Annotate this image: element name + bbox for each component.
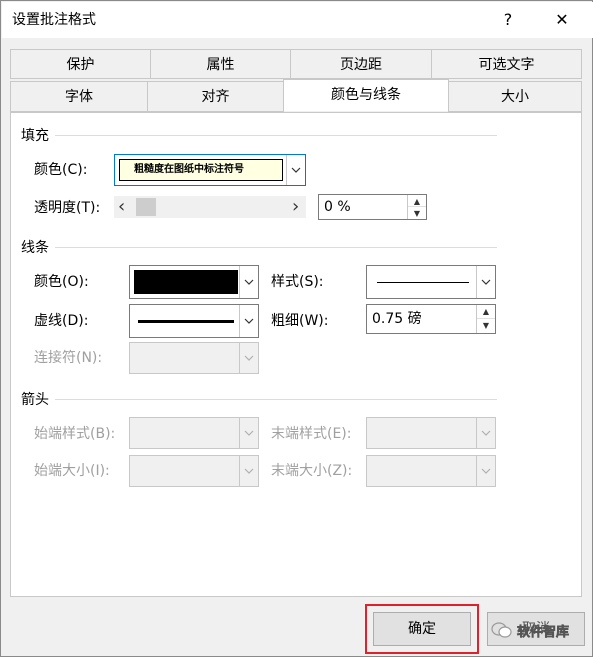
begin-size-label: 始端大小(I): (34, 463, 110, 479)
line-color-dropdown[interactable] (129, 265, 259, 299)
chevron-down-icon[interactable] (239, 343, 258, 373)
ok-button[interactable]: 确定 (373, 612, 471, 646)
line-color-label: 颜色(O): (34, 274, 89, 290)
fill-divider (55, 135, 497, 136)
weight-label: 粗细(W): (271, 313, 329, 329)
tab-colors-and-lines[interactable]: 颜色与线条 (283, 79, 449, 111)
spin-up-icon[interactable]: ▲ (408, 195, 426, 207)
dash-label: 虚线(D): (34, 313, 89, 329)
chevron-down-icon[interactable] (286, 155, 305, 185)
chevron-down-icon[interactable] (476, 456, 495, 486)
chevron-down-icon[interactable] (476, 418, 495, 448)
fill-color-swatch: 粗糙度在图纸中标注符号 (119, 159, 283, 181)
line-style-label: 样式(S): (271, 274, 324, 290)
help-button[interactable]: ? (486, 2, 530, 38)
transparency-spinner[interactable]: 0 % ▲ ▼ (318, 194, 427, 220)
slider-thumb[interactable] (136, 198, 156, 216)
tab-protection[interactable]: 保护 (10, 49, 151, 79)
cancel-button-label: 取消 (522, 621, 550, 637)
spin-up-icon[interactable]: ▲ (477, 305, 495, 319)
chevron-down-icon[interactable] (239, 418, 258, 448)
begin-size-dropdown[interactable] (129, 455, 259, 487)
tab-alt-text[interactable]: 可选文字 (431, 49, 582, 79)
dash-preview (138, 320, 234, 323)
tab-font[interactable]: 字体 (10, 81, 148, 112)
slider-left-arrow-icon[interactable]: ‹ (118, 196, 125, 218)
fill-color-label: 颜色(C): (34, 162, 88, 178)
transparency-label: 透明度(T): (34, 200, 101, 216)
end-size-label: 末端大小(Z): (271, 463, 353, 479)
end-style-label: 末端样式(E): (271, 426, 352, 442)
arrows-section-title: 箭头 (21, 392, 49, 408)
chevron-down-icon[interactable] (239, 456, 258, 486)
line-divider (55, 247, 497, 248)
transparency-value[interactable]: 0 % (324, 195, 351, 219)
chevron-down-icon[interactable] (239, 305, 258, 337)
slider-right-arrow-icon[interactable]: › (292, 196, 299, 218)
weight-spinner[interactable]: 0.75 磅 ▲ ▼ (366, 304, 496, 334)
connector-label: 连接符(N): (34, 350, 103, 366)
line-style-dropdown[interactable] (366, 265, 496, 299)
tab-size[interactable]: 大小 (448, 81, 582, 112)
tab-alignment[interactable]: 对齐 (147, 81, 284, 112)
line-color-swatch (134, 270, 238, 294)
dialog-window: 设置批注格式 ? ✕ 保护 属性 页边距 可选文字 字体 对齐 颜色与线条 大小… (0, 0, 593, 657)
transparency-slider[interactable]: ‹ › (114, 196, 306, 218)
cancel-button[interactable]: 取消 (487, 612, 585, 646)
chevron-down-icon[interactable] (239, 266, 258, 298)
line-style-preview (377, 282, 469, 283)
tab-panel: 填充 颜色(C): 粗糙度在图纸中标注符号 透明度(T): ‹ › 0 % ▲ … (10, 112, 582, 597)
connector-dropdown[interactable] (129, 342, 259, 374)
title-bar: 设置批注格式 ? ✕ (2, 2, 593, 38)
weight-value[interactable]: 0.75 磅 (372, 305, 422, 333)
close-button[interactable]: ✕ (540, 2, 584, 38)
end-style-dropdown[interactable] (366, 417, 496, 449)
begin-style-label: 始端样式(B): (34, 426, 116, 442)
tab-margins[interactable]: 页边距 (290, 49, 432, 79)
tab-properties[interactable]: 属性 (150, 49, 291, 79)
arrows-divider (55, 399, 497, 400)
dialog-title: 设置批注格式 (12, 12, 96, 28)
spin-down-icon[interactable]: ▼ (477, 319, 495, 333)
end-size-dropdown[interactable] (366, 455, 496, 487)
spin-down-icon[interactable]: ▼ (408, 207, 426, 219)
fill-color-dropdown[interactable]: 粗糙度在图纸中标注符号 (114, 154, 306, 186)
dash-dropdown[interactable] (129, 304, 259, 338)
fill-section-title: 填充 (21, 128, 49, 144)
begin-style-dropdown[interactable] (129, 417, 259, 449)
chevron-down-icon[interactable] (476, 266, 495, 298)
line-section-title: 线条 (21, 240, 49, 256)
